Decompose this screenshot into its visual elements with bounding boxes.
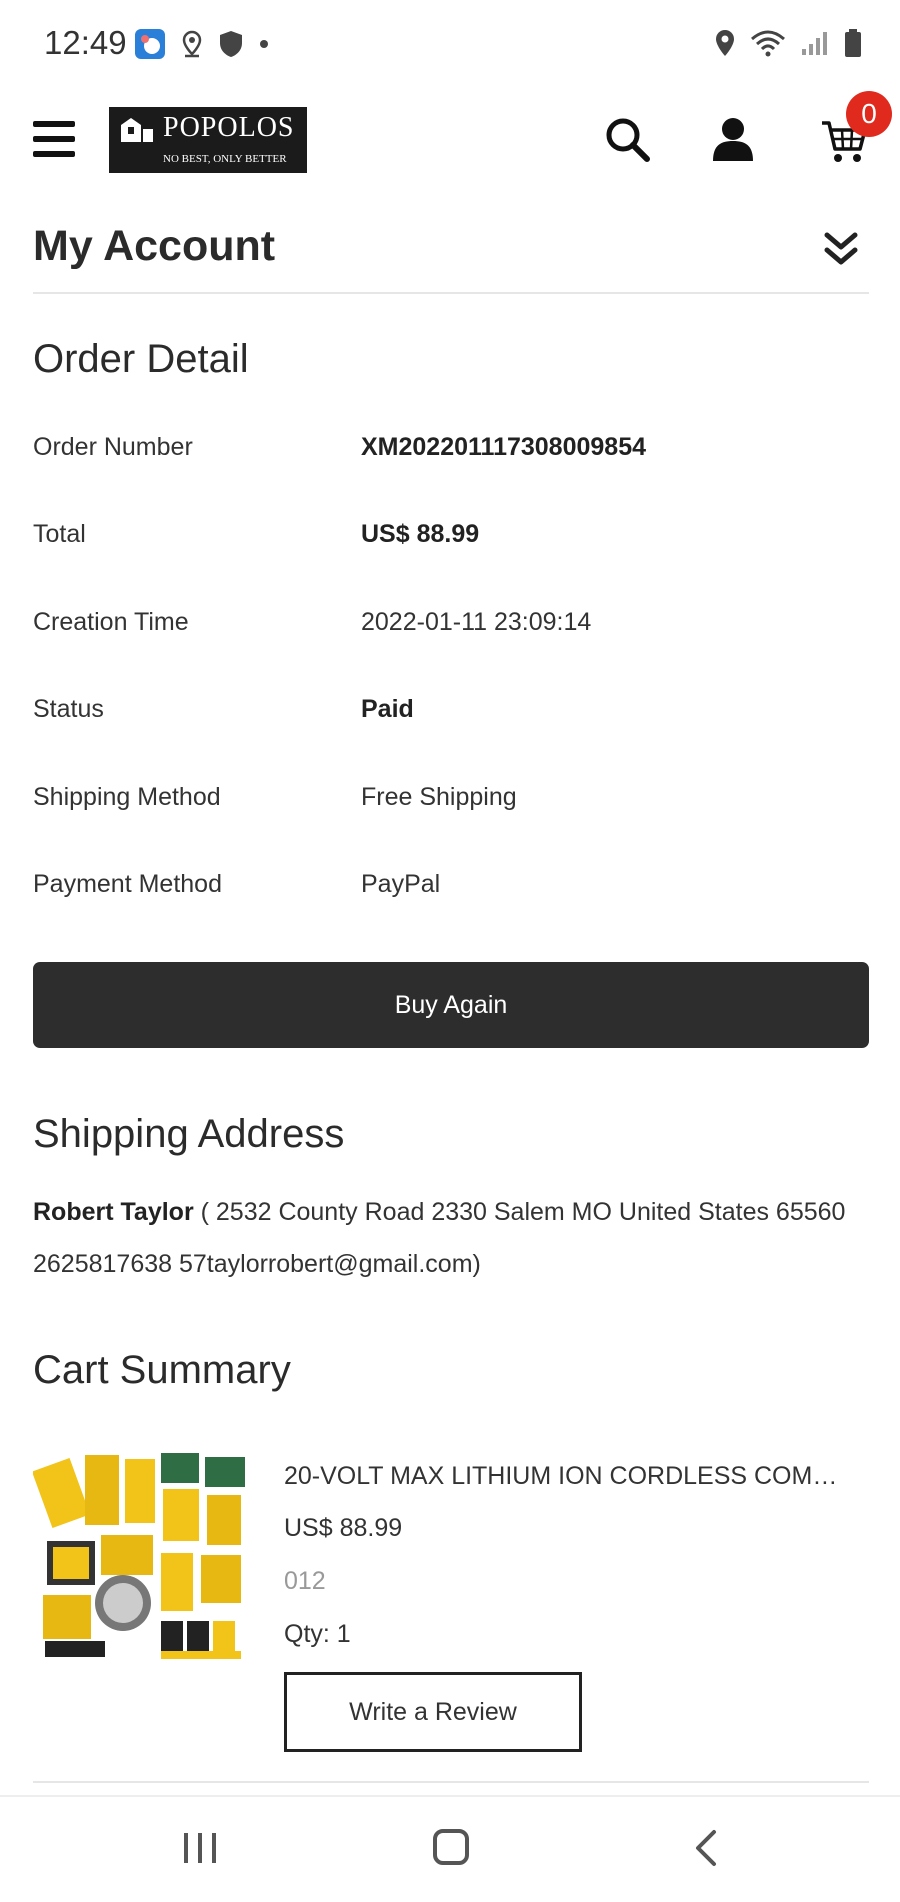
status-label: Status bbox=[33, 695, 104, 723]
status-right-icons bbox=[714, 28, 862, 58]
shield-icon bbox=[220, 31, 242, 57]
creation-time-row: Creation Time 2022-01-11 23:09:14 bbox=[33, 608, 869, 648]
dot-icon bbox=[260, 40, 268, 48]
location-pin-icon bbox=[182, 30, 202, 58]
logo-name: POPOLOS bbox=[163, 112, 295, 143]
divider bbox=[33, 292, 869, 294]
status-bar: 12:49 bbox=[0, 0, 900, 90]
chevron-double-down-icon[interactable] bbox=[822, 230, 860, 268]
product-image[interactable] bbox=[33, 1445, 255, 1667]
status-value: Paid bbox=[361, 695, 414, 723]
cart-count-badge: 0 bbox=[846, 91, 892, 137]
order-number-row: Order Number XM202201117308009854 bbox=[33, 433, 869, 473]
app-notification-icon bbox=[135, 29, 165, 59]
total-value: US$ 88.99 bbox=[361, 520, 480, 548]
product-quantity: Qty: 1 bbox=[284, 1620, 351, 1648]
product-price: US$ 88.99 bbox=[284, 1514, 403, 1542]
site-header: POPOLOS NO BEST, ONLY BETTER bbox=[0, 95, 900, 195]
status-row: Status Paid bbox=[33, 695, 869, 735]
shipping-address: Robert Taylor ( 2532 County Road 2330 Sa… bbox=[33, 1186, 863, 1290]
order-detail-title: Order Detail bbox=[33, 337, 249, 381]
shipping-method-row: Shipping Method Free Shipping bbox=[33, 783, 869, 823]
product-name[interactable]: 20-VOLT MAX LITHIUM ION CORDLESS COMBO K… bbox=[284, 1462, 844, 1491]
buy-again-button[interactable]: Buy Again bbox=[33, 962, 869, 1048]
status-time: 12:49 bbox=[44, 24, 127, 61]
shipping-method-value: Free Shipping bbox=[361, 783, 517, 811]
creation-time-value: 2022-01-11 23:09:14 bbox=[361, 608, 592, 636]
menu-icon[interactable] bbox=[33, 121, 75, 159]
signal-icon bbox=[802, 32, 827, 55]
house-logo-icon bbox=[121, 118, 153, 142]
order-number-label: Order Number bbox=[33, 433, 193, 461]
creation-time-label: Creation Time bbox=[33, 608, 189, 636]
product-sku: 012 bbox=[284, 1567, 326, 1595]
order-number-value: XM202201117308009854 bbox=[361, 433, 647, 461]
payment-method-row: Payment Method PayPal bbox=[33, 870, 869, 910]
divider bbox=[33, 1781, 869, 1783]
payment-method-label: Payment Method bbox=[33, 870, 222, 898]
payment-method-value: PayPal bbox=[361, 870, 441, 898]
battery-icon bbox=[845, 29, 861, 57]
recipient-name: Robert Taylor bbox=[33, 1198, 194, 1226]
shipping-address-title: Shipping Address bbox=[33, 1112, 345, 1156]
recent-apps-icon[interactable] bbox=[182, 1831, 218, 1865]
account-icon[interactable] bbox=[709, 115, 757, 163]
page-title: My Account bbox=[33, 222, 276, 270]
search-icon[interactable] bbox=[603, 115, 651, 163]
wifi-icon bbox=[751, 30, 785, 57]
location-icon bbox=[716, 30, 734, 56]
back-icon[interactable] bbox=[690, 1829, 720, 1867]
status-left-icons bbox=[134, 28, 270, 60]
home-icon[interactable] bbox=[433, 1829, 469, 1865]
total-label: Total bbox=[33, 520, 86, 548]
logo[interactable]: POPOLOS NO BEST, ONLY BETTER bbox=[109, 107, 307, 173]
shipping-method-label: Shipping Method bbox=[33, 783, 221, 811]
write-review-button[interactable]: Write a Review bbox=[284, 1672, 582, 1752]
total-row: Total US$ 88.99 bbox=[33, 520, 869, 560]
logo-tagline: NO BEST, ONLY BETTER bbox=[163, 153, 287, 165]
system-nav-bar bbox=[0, 1795, 900, 1902]
cart-summary-title: Cart Summary bbox=[33, 1348, 291, 1392]
